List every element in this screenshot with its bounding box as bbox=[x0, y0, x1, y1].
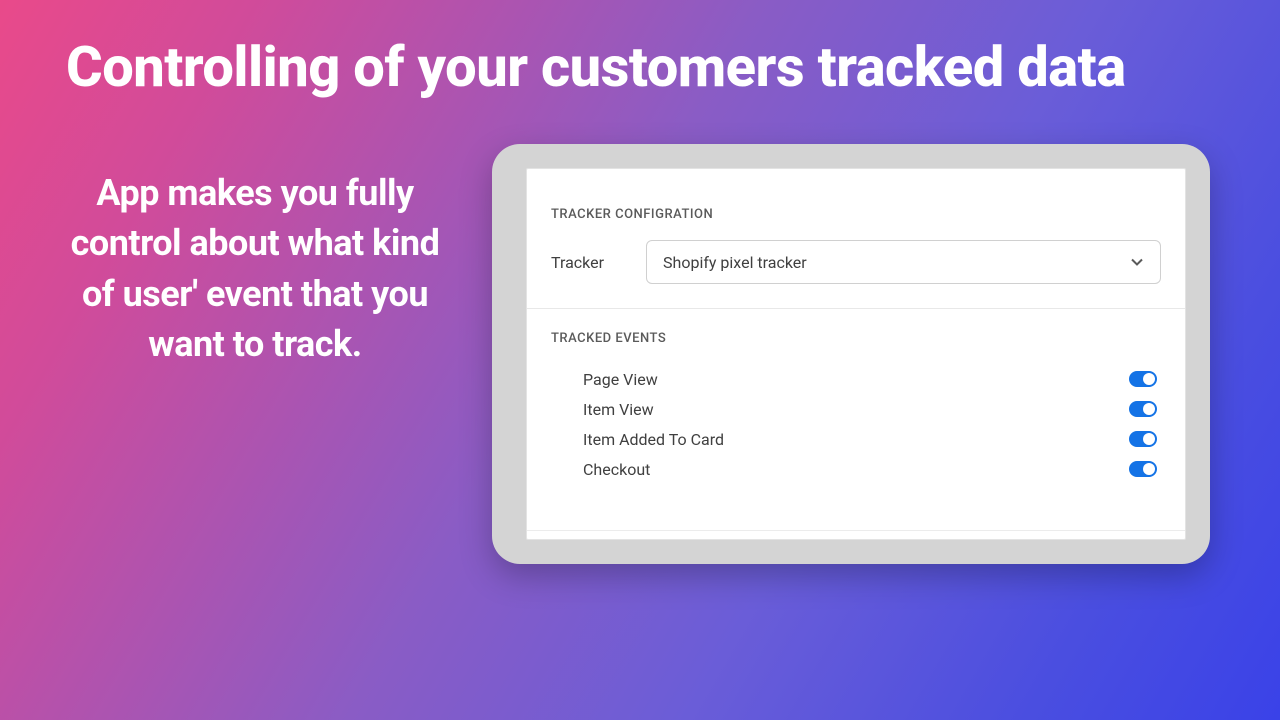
event-label: Checkout bbox=[583, 460, 650, 479]
toggle-item-added[interactable] bbox=[1129, 431, 1157, 447]
toggle-checkout[interactable] bbox=[1129, 461, 1157, 477]
toggle-page-view[interactable] bbox=[1129, 371, 1157, 387]
event-label: Item View bbox=[583, 400, 654, 419]
device-frame: TRACKER CONFIGRATION Tracker Shopify pix… bbox=[492, 144, 1210, 564]
event-row-item-added: Item Added To Card bbox=[583, 424, 1161, 454]
tracked-events-heading: TRACKED EVENTS bbox=[551, 331, 1161, 346]
page-headline: Controlling of your customers tracked da… bbox=[66, 38, 1126, 97]
tracker-field-label: Tracker bbox=[551, 253, 604, 272]
tracker-select-value: Shopify pixel tracker bbox=[663, 253, 807, 272]
event-label: Item Added To Card bbox=[583, 430, 724, 449]
tracker-select[interactable]: Shopify pixel tracker bbox=[646, 240, 1161, 284]
tracker-row: Tracker Shopify pixel tracker bbox=[551, 240, 1161, 284]
event-label: Page View bbox=[583, 370, 658, 389]
section-divider bbox=[527, 308, 1185, 309]
events-list: Page View Item View Item Added To Card C… bbox=[551, 364, 1161, 484]
chevron-down-icon bbox=[1130, 255, 1144, 269]
toggle-item-view[interactable] bbox=[1129, 401, 1157, 417]
event-row-page-view: Page View bbox=[583, 364, 1161, 394]
tracker-config-heading: TRACKER CONFIGRATION bbox=[551, 207, 1161, 222]
page-subtext: App makes you fully control about what k… bbox=[70, 168, 440, 370]
bottom-divider bbox=[527, 530, 1185, 531]
event-row-checkout: Checkout bbox=[583, 454, 1161, 484]
settings-panel: TRACKER CONFIGRATION Tracker Shopify pix… bbox=[526, 168, 1186, 540]
event-row-item-view: Item View bbox=[583, 394, 1161, 424]
